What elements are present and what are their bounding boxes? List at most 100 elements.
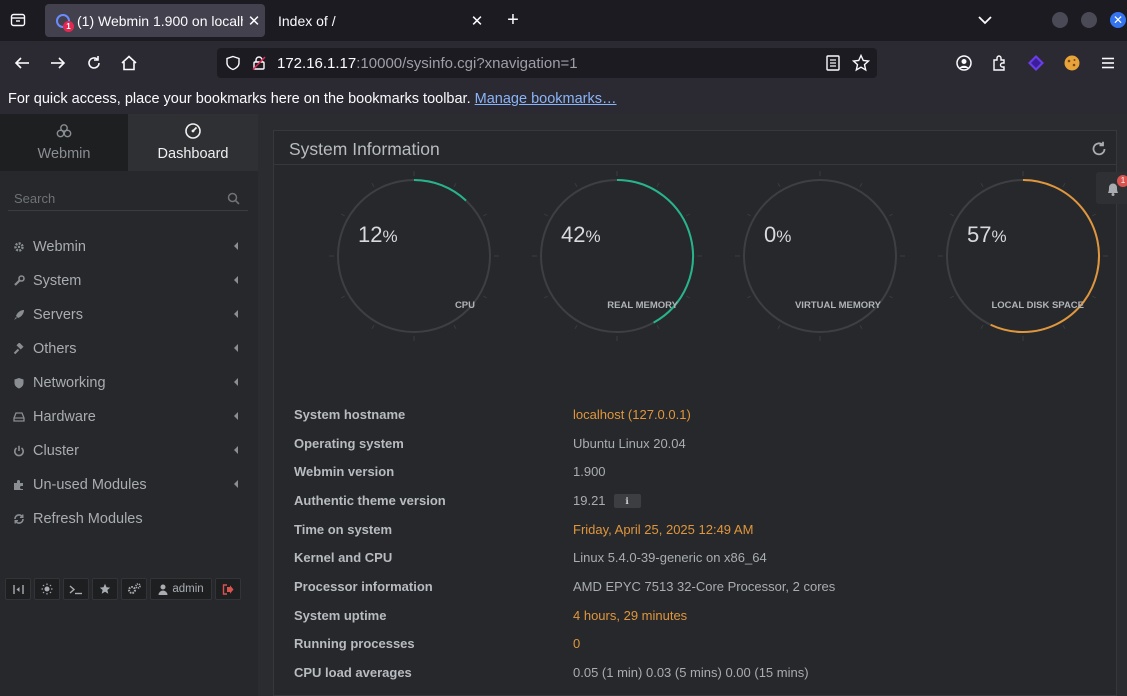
gauge-dial	[529, 168, 705, 344]
puzzle-piece-icon	[993, 55, 1005, 71]
reload-button[interactable]	[83, 52, 105, 74]
extension-cookie-button[interactable]	[1061, 52, 1083, 74]
notification-count-badge: 1	[1117, 175, 1127, 187]
info-icon[interactable]: ℹ	[613, 494, 641, 509]
info-value: AMD EPYC 7513 32-Core Processor, 2 cores	[573, 578, 836, 594]
toggle-navigation-button[interactable]	[5, 578, 31, 600]
collapse-panel-icon	[12, 584, 24, 594]
gauge-cpu: 12% CPU	[326, 168, 502, 344]
system-info-table: System hostname localhost (127.0.0.1) Ope…	[294, 400, 1094, 687]
window-close-button[interactable]: ✕	[1110, 12, 1126, 28]
notifications-button[interactable]: 1	[1096, 172, 1127, 204]
sidebar-item-hardware[interactable]: Hardware	[0, 400, 258, 434]
info-key: System hostname	[294, 406, 406, 422]
info-key: Webmin version	[294, 464, 395, 480]
tracking-protection-icon[interactable]	[225, 55, 241, 76]
account-button[interactable]	[953, 52, 975, 74]
webmin-favicon-icon: 1	[55, 13, 74, 32]
gauge-tick	[889, 295, 893, 299]
tab-close-icon[interactable]: ✕	[466, 12, 488, 30]
gauge-tick	[544, 213, 548, 217]
search-icon[interactable]	[227, 192, 240, 210]
sidebar-item-servers[interactable]: Servers	[0, 298, 258, 332]
info-value-link[interactable]: 0	[573, 636, 580, 651]
info-key: Time on system	[294, 521, 393, 537]
url-text[interactable]: 172.16.1.17:10000/sysinfo.cgi?xnavigatio…	[277, 55, 578, 72]
search-input[interactable]	[8, 187, 208, 210]
firefox-view-button[interactable]	[6, 9, 30, 31]
tab-webmin[interactable]: 1 (1) Webmin 1.900 on localhost ✕	[45, 4, 265, 37]
gauge-tick	[341, 295, 345, 299]
new-tab-button[interactable]: +	[502, 9, 524, 31]
caret-left-icon	[234, 276, 238, 284]
gauge-label: VIRTUAL MEMORY	[794, 300, 881, 311]
gauge-tick	[453, 325, 457, 329]
sidebar-item-unused-modules[interactable]: Un-used Modules	[0, 468, 258, 502]
forward-button[interactable]	[47, 52, 69, 74]
favorites-button[interactable]	[92, 578, 118, 600]
gauge-label: CPU	[454, 300, 475, 311]
panel-title: System Information	[289, 139, 440, 159]
sidebar-item-system[interactable]: System	[0, 264, 258, 298]
gauge-dial	[732, 168, 908, 344]
minimize-button[interactable]	[1052, 12, 1068, 28]
home-button[interactable]	[118, 52, 140, 74]
manage-bookmarks-link[interactable]: Manage bookmarks…	[475, 91, 617, 107]
caret-left-icon	[234, 378, 238, 386]
tab-webmin-modules[interactable]: Webmin	[0, 114, 128, 171]
rocket-icon	[12, 308, 26, 322]
app-menu-button[interactable]	[1097, 52, 1119, 74]
info-value-link[interactable]: Friday, April 25, 2025 12:49 AM	[573, 522, 753, 537]
sidebar-item-cluster[interactable]: Cluster	[0, 434, 258, 468]
bookmarks-hint: For quick access, place your bookmarks h…	[8, 91, 471, 107]
info-value-link[interactable]: localhost (127.0.0.1)	[573, 407, 691, 422]
extensions-button[interactable]	[989, 52, 1011, 74]
tab-index[interactable]: Index of / ✕	[268, 4, 488, 37]
refresh-icon[interactable]	[1091, 141, 1107, 162]
info-value: 0.05 (1 min) 0.03 (5 mins) 0.00 (15 mins…	[573, 665, 809, 681]
tab-dashboard[interactable]: Dashboard	[128, 114, 258, 171]
gauge-tick	[483, 213, 487, 217]
bookmarks-toolbar: For quick access, place your bookmarks h…	[0, 84, 1127, 114]
gauge-tick	[950, 213, 954, 217]
maximize-button[interactable]	[1081, 12, 1097, 28]
shield-icon	[12, 376, 26, 390]
sidebar-item-refresh-modules[interactable]: Refresh Modules	[0, 502, 258, 536]
caret-left-icon	[234, 344, 238, 352]
gauge-tick	[574, 325, 578, 329]
user-button[interactable]: admin	[150, 578, 212, 600]
gauge-tick	[341, 213, 345, 217]
gauge-tick	[859, 325, 863, 329]
sidebar-item-label: Networking	[33, 375, 106, 391]
bookmark-star-icon[interactable]	[851, 53, 871, 77]
logout-button[interactable]	[215, 578, 241, 600]
list-all-tabs-button[interactable]	[975, 10, 995, 30]
sidebar-item-others[interactable]: Others	[0, 332, 258, 366]
reader-view-icon[interactable]	[826, 55, 840, 76]
terminal-button[interactable]	[63, 578, 89, 600]
url-host: 172.16.1.17	[277, 55, 357, 72]
theme-toggle-button[interactable]	[34, 578, 60, 600]
sidebar-item-label: Hardware	[33, 409, 96, 425]
gauge-tick	[889, 213, 893, 217]
cogs-icon	[128, 583, 141, 594]
tab-close-icon[interactable]: ✕	[243, 12, 265, 30]
theme-settings-button[interactable]	[121, 578, 147, 600]
gauge-value: 0%	[764, 222, 792, 247]
username: admin	[172, 583, 204, 595]
url-bar[interactable]: 172.16.1.17:10000/sysinfo.cgi?xnavigatio…	[217, 48, 877, 78]
gauge-tick	[950, 295, 954, 299]
table-row: System uptime 4 hours, 29 minutes	[294, 601, 1094, 630]
sidebar-tabs: Webmin Dashboard	[0, 114, 258, 171]
url-path: :10000/sysinfo.cgi?xnavigation=1	[356, 55, 578, 72]
info-key: Operating system	[294, 435, 404, 451]
table-row: System hostname localhost (127.0.0.1)	[294, 400, 1094, 429]
sidebar-item-webmin[interactable]: Webmin	[0, 230, 258, 264]
extension-proton-button[interactable]	[1025, 52, 1047, 74]
insecure-lock-icon[interactable]	[251, 55, 267, 76]
info-value: 1.900	[573, 464, 606, 480]
info-value-link[interactable]: 4 hours, 29 minutes	[573, 608, 687, 623]
hdd-icon	[12, 410, 26, 424]
sidebar-item-networking[interactable]: Networking	[0, 366, 258, 400]
back-button[interactable]	[11, 52, 33, 74]
